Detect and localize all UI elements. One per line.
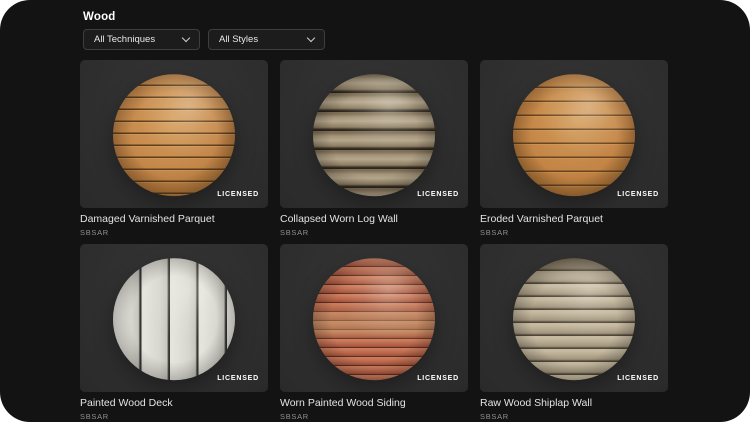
material-sphere xyxy=(513,258,635,381)
technique-filter-value: All Techniques xyxy=(94,34,156,45)
material-card[interactable]: LICENSED Eroded Varnished Parquet SBSAR xyxy=(480,60,668,237)
material-preview[interactable]: LICENSED xyxy=(480,60,668,208)
licensed-badge: LICENSED xyxy=(617,191,659,198)
material-preview[interactable]: LICENSED xyxy=(480,244,668,392)
material-format: SBSAR xyxy=(80,228,109,237)
page-title: Wood xyxy=(83,11,116,23)
material-title[interactable]: Worn Painted Wood Siding xyxy=(280,397,468,409)
material-preview[interactable]: LICENSED xyxy=(280,60,468,208)
material-title[interactable]: Eroded Varnished Parquet xyxy=(480,213,668,225)
chevron-down-icon xyxy=(306,33,316,43)
content-area: Wood All Techniques All Styles LICENSED … xyxy=(80,11,668,421)
material-format: SBSAR xyxy=(280,228,309,237)
material-format: SBSAR xyxy=(280,412,309,421)
material-preview[interactable]: LICENSED xyxy=(280,244,468,392)
style-filter-value: All Styles xyxy=(219,34,259,45)
chevron-down-icon xyxy=(181,33,191,43)
style-filter-dropdown[interactable]: All Styles xyxy=(208,29,325,50)
licensed-badge: LICENSED xyxy=(617,375,659,382)
material-grid: LICENSED Damaged Varnished Parquet SBSAR… xyxy=(80,60,668,421)
material-preview[interactable]: LICENSED xyxy=(80,60,268,208)
licensed-badge: LICENSED xyxy=(217,191,259,198)
material-sphere xyxy=(313,74,435,197)
material-title[interactable]: Collapsed Worn Log Wall xyxy=(280,213,468,225)
material-preview[interactable]: LICENSED xyxy=(80,244,268,392)
material-format: SBSAR xyxy=(80,412,109,421)
material-card[interactable]: LICENSED Raw Wood Shiplap Wall SBSAR xyxy=(480,244,668,421)
material-sphere xyxy=(313,258,435,381)
technique-filter-dropdown[interactable]: All Techniques xyxy=(83,29,200,50)
licensed-badge: LICENSED xyxy=(417,375,459,382)
material-sphere xyxy=(113,74,235,197)
material-card[interactable]: LICENSED Painted Wood Deck SBSAR xyxy=(80,244,268,421)
material-card[interactable]: LICENSED Damaged Varnished Parquet SBSAR xyxy=(80,60,268,237)
material-sphere xyxy=(113,258,235,381)
filter-bar: All Techniques All Styles xyxy=(83,29,668,50)
materials-panel: Wood All Techniques All Styles LICENSED … xyxy=(0,0,750,422)
material-title[interactable]: Damaged Varnished Parquet xyxy=(80,213,268,225)
material-title[interactable]: Raw Wood Shiplap Wall xyxy=(480,397,668,409)
material-card[interactable]: LICENSED Collapsed Worn Log Wall SBSAR xyxy=(280,60,468,237)
material-title[interactable]: Painted Wood Deck xyxy=(80,397,268,409)
licensed-badge: LICENSED xyxy=(417,191,459,198)
licensed-badge: LICENSED xyxy=(217,375,259,382)
material-format: SBSAR xyxy=(480,228,509,237)
material-sphere xyxy=(513,74,635,197)
material-card[interactable]: LICENSED Worn Painted Wood Siding SBSAR xyxy=(280,244,468,421)
material-format: SBSAR xyxy=(480,412,509,421)
